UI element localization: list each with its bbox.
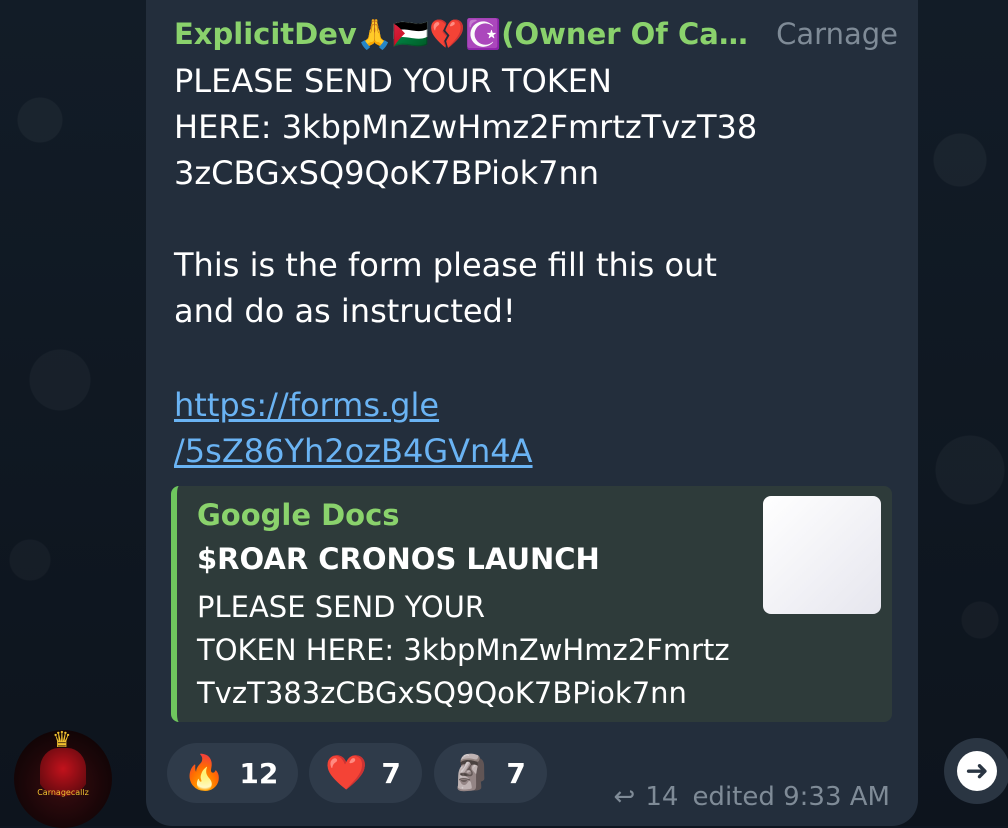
reaction-moai[interactable]: 🗿 7 (434, 743, 547, 803)
link-line[interactable]: https://forms.gle (174, 382, 874, 428)
sender-tag: Carnage (776, 17, 898, 51)
link-preview-card[interactable]: Google Docs $ROAR CRONOS LAUNCH PLEASE S… (171, 486, 892, 722)
edited-timestamp: edited 9:33 AM (692, 782, 890, 812)
message-line: PLEASE SEND YOUR TOKEN (174, 62, 612, 100)
link-line[interactable]: /5sZ86Yh2ozB4GVn4A (174, 428, 874, 474)
share-button[interactable]: ➜ (944, 738, 1008, 804)
message-line: 3zCBGxSQ9QoK7BPiok7nn (174, 154, 600, 192)
reaction-count: 12 (239, 756, 279, 790)
preview-desc-line: TvzT383zCBGxSQ9QoK7BPiok7nn (197, 676, 687, 710)
preview-desc-line: PLEASE SEND YOUR (197, 590, 486, 624)
reaction-count: 7 (381, 756, 401, 790)
message-line: This is the form please fill this out (174, 246, 717, 284)
message-text-block1: PLEASE SEND YOUR TOKEN HERE: 3kbpMnZwHmz… (174, 58, 874, 196)
message-line: and do as instructed! (174, 292, 516, 330)
forward-arrow-icon: ➜ (957, 751, 997, 791)
message-header: ExplicitDev🙏🇵🇸💔☪️(Owner Of Carn... Carna… (174, 12, 898, 56)
preview-site-name: Google Docs (197, 498, 400, 532)
fire-icon: 🔥 (183, 753, 226, 793)
form-link[interactable]: https://forms.gle /5sZ86Yh2ozB4GVn4A (174, 382, 874, 474)
reply-icon: ↩ (613, 782, 636, 812)
heart-icon: ❤️ (325, 753, 368, 793)
message-line: HERE: 3kbpMnZwHmz2FmrtzTvzT38 (174, 108, 758, 146)
message-text-block2: This is the form please fill this out an… (174, 242, 874, 334)
preview-title: $ROAR CRONOS LAUNCH (197, 542, 600, 576)
preview-thumbnail (763, 496, 881, 614)
avatar-label: Carnagecallz (37, 788, 89, 797)
moai-icon: 🗿 (450, 753, 493, 793)
sender-name[interactable]: ExplicitDev🙏🇵🇸💔☪️(Owner Of Carn... (174, 17, 760, 52)
reaction-fire[interactable]: 🔥 12 (167, 743, 298, 803)
reaction-count: 7 (506, 756, 526, 790)
reaction-heart[interactable]: ❤️ 7 (309, 743, 422, 803)
reply-count: 14 (645, 782, 679, 812)
preview-desc-line: TOKEN HERE: 3kbpMnZwHmz2Fmrtz (197, 633, 730, 667)
avatar[interactable]: ♛ Carnagecallz (14, 730, 112, 828)
message-meta: ↩ 14 edited 9:33 AM (614, 782, 890, 812)
preview-description: PLEASE SEND YOUR TOKEN HERE: 3kbpMnZwHmz… (197, 586, 797, 715)
